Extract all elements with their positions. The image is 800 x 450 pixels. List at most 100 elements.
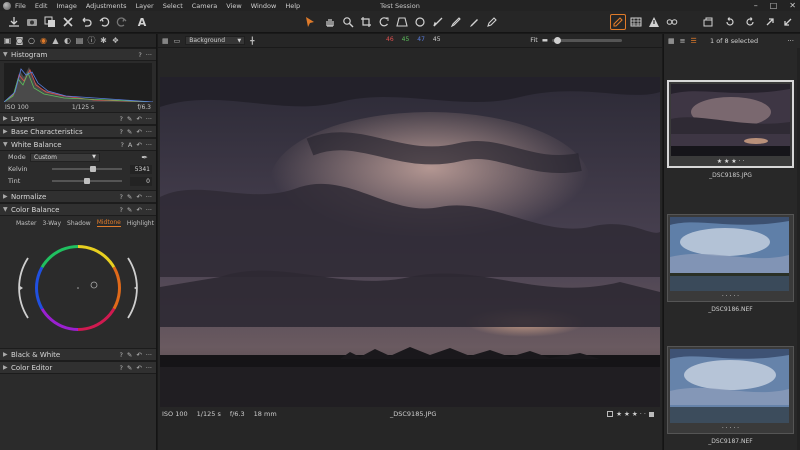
- metadata-tab-icon[interactable]: ⓘ: [87, 36, 96, 45]
- warning-icon[interactable]: [646, 14, 662, 30]
- tab-master[interactable]: Master: [16, 220, 37, 227]
- auto-icon[interactable]: ✎: [127, 115, 132, 123]
- menu-select[interactable]: Select: [163, 2, 183, 10]
- tint-slider[interactable]: [52, 178, 122, 184]
- black-white-header[interactable]: ▶ Black & White ? ✎ ↶ ···: [0, 348, 156, 361]
- auto-icon[interactable]: ✎: [127, 206, 132, 214]
- reset-icon[interactable]: ↶: [136, 364, 141, 372]
- collapse-icon[interactable]: [780, 14, 796, 30]
- tint-slider-knob[interactable]: [84, 178, 90, 184]
- auto-icon[interactable]: ✎: [127, 351, 132, 359]
- proof-glasses-icon[interactable]: [664, 14, 680, 30]
- zoom-tool-icon[interactable]: [340, 14, 356, 30]
- filmstrip-view-icon[interactable]: ☰: [691, 37, 697, 45]
- tab-3-way[interactable]: 3-Way: [43, 220, 62, 227]
- more-icon[interactable]: ···: [146, 115, 152, 123]
- auto-wb-button[interactable]: A: [128, 141, 132, 149]
- menu-help[interactable]: Help: [285, 2, 300, 10]
- close-window-button[interactable]: ✕: [789, 1, 796, 10]
- white-balance-header[interactable]: ▼ White Balance ? A ↶ ···: [0, 138, 156, 151]
- zoom-slider-knob[interactable]: [554, 36, 561, 44]
- tab-highlight[interactable]: Highlight: [127, 220, 154, 227]
- crop-tool-icon[interactable]: [358, 14, 374, 30]
- single-view-icon[interactable]: ▭: [174, 37, 181, 45]
- pan-tool-icon[interactable]: [322, 14, 338, 30]
- undo-step-icon[interactable]: [96, 14, 112, 30]
- more-icon[interactable]: ···: [146, 141, 152, 149]
- auto-icon[interactable]: ✎: [127, 128, 132, 136]
- reset-icon[interactable]: [722, 14, 738, 30]
- undo-icon[interactable]: [78, 14, 94, 30]
- more-icon[interactable]: ···: [146, 206, 152, 214]
- kelvin-slider-knob[interactable]: [90, 166, 97, 172]
- help-icon[interactable]: ?: [120, 141, 123, 149]
- details-tab-icon[interactable]: ◐: [63, 36, 72, 45]
- thumbnail-stars[interactable]: ★ ★ ★ · ·: [717, 158, 745, 165]
- camera-capture-icon[interactable]: [24, 14, 40, 30]
- background-select[interactable]: Background ▼: [185, 36, 246, 45]
- reset-icon[interactable]: ↶: [136, 115, 141, 123]
- color-balance-header[interactable]: ▼ Color Balance ? ✎ ↶ ···: [0, 203, 156, 216]
- thumbnail-item[interactable]: · · · · · _DSC9187.NEF: [667, 346, 794, 445]
- keystone-tool-icon[interactable]: [394, 14, 410, 30]
- fit-label[interactable]: Fit: [530, 36, 538, 44]
- kelvin-slider[interactable]: [52, 166, 122, 172]
- color-tab-icon[interactable]: ◉: [39, 36, 48, 45]
- minimize-button[interactable]: –: [754, 1, 758, 10]
- grid-icon[interactable]: [628, 14, 644, 30]
- crosshair-icon[interactable]: ╋: [250, 37, 254, 45]
- reset-icon[interactable]: ↶: [136, 206, 141, 214]
- list-view-icon[interactable]: ≡: [680, 37, 686, 45]
- color-editor-header[interactable]: ▶ Color Editor ? ✎ ↶ ···: [0, 361, 156, 374]
- batch-tab-icon[interactable]: ❖: [111, 36, 120, 45]
- menu-layer[interactable]: Layer: [136, 2, 154, 10]
- redo-icon[interactable]: [114, 14, 130, 30]
- help-icon[interactable]: ?: [119, 128, 122, 136]
- histogram-header[interactable]: ▼ Histogram ? ···: [0, 48, 156, 61]
- brush-tool-icon[interactable]: [430, 14, 446, 30]
- more-icon[interactable]: ···: [146, 364, 152, 372]
- tab-midtone[interactable]: Midtone: [96, 219, 121, 227]
- tint-value[interactable]: 0: [130, 176, 152, 186]
- layers-header[interactable]: ▶ Layers ? ✎ ↶ ···: [0, 112, 156, 125]
- help-icon[interactable]: ?: [119, 351, 122, 359]
- thumbnail-item[interactable]: · · · · · _DSC9186.NEF: [667, 214, 794, 313]
- cursor-tool-icon[interactable]: [302, 14, 318, 30]
- lightness-handle-right[interactable]: [134, 286, 137, 290]
- spot-tool-icon[interactable]: [412, 14, 428, 30]
- more-icon[interactable]: ···: [146, 51, 152, 59]
- lens-tab-icon[interactable]: ○: [27, 36, 36, 45]
- menu-window[interactable]: Window: [251, 2, 277, 10]
- tag-icon[interactable]: [649, 411, 654, 417]
- text-tool-icon[interactable]: A: [134, 14, 150, 30]
- color-tag-icon[interactable]: [607, 411, 614, 417]
- reset-icon[interactable]: ↶: [136, 141, 141, 149]
- help-icon[interactable]: ?: [119, 364, 122, 372]
- kelvin-value[interactable]: 5341: [130, 164, 152, 174]
- help-icon[interactable]: ?: [119, 206, 122, 214]
- menu-adjustments[interactable]: Adjustments: [86, 2, 127, 10]
- expand-icon[interactable]: [762, 14, 778, 30]
- rotate-tool-icon[interactable]: [376, 14, 392, 30]
- help-icon[interactable]: ?: [119, 193, 122, 201]
- more-icon[interactable]: ···: [146, 128, 152, 136]
- grid-view-icon[interactable]: ▦: [668, 37, 675, 45]
- annotate-tool-icon[interactable]: [484, 14, 500, 30]
- menu-image[interactable]: Image: [56, 2, 76, 10]
- menu-camera[interactable]: Camera: [192, 2, 218, 10]
- reset-icon[interactable]: ↶: [136, 351, 141, 359]
- capture-tab-icon[interactable]: ◙: [15, 36, 24, 45]
- delete-icon[interactable]: [60, 14, 76, 30]
- exposure-tab-icon[interactable]: ▲: [51, 36, 60, 45]
- base-characteristics-header[interactable]: ▶ Base Characteristics ? ✎ ↶ ···: [0, 125, 156, 138]
- import-icon[interactable]: [6, 14, 22, 30]
- tab-shadow[interactable]: Shadow: [67, 220, 91, 227]
- help-icon[interactable]: ?: [138, 51, 141, 59]
- library-tab-icon[interactable]: ▣: [3, 36, 12, 45]
- help-icon[interactable]: ?: [119, 115, 122, 123]
- wb-mode-select[interactable]: Custom ▼: [30, 152, 100, 162]
- menu-edit[interactable]: Edit: [35, 2, 48, 10]
- eyedropper-tool-icon[interactable]: [466, 14, 482, 30]
- auto-icon[interactable]: ✎: [127, 364, 132, 372]
- normalize-header[interactable]: ▶ Normalize ? ✎ ↶ ···: [0, 190, 156, 203]
